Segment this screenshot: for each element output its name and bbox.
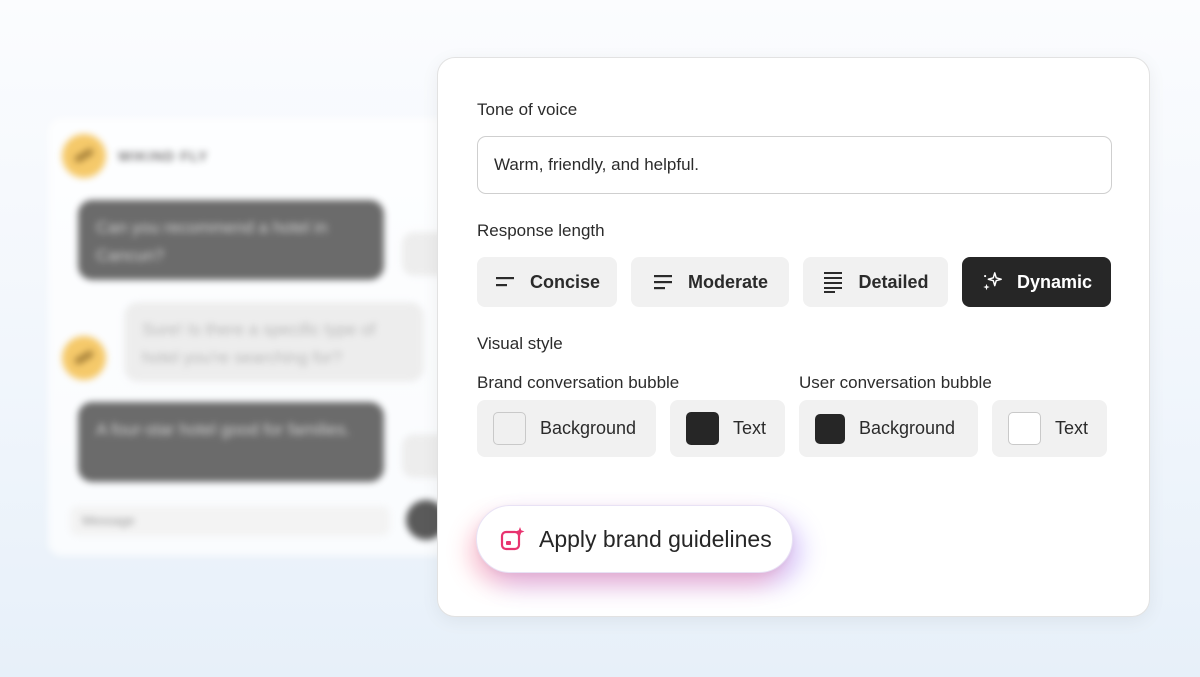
sparkle-icon (981, 271, 1003, 293)
response-length-label: Response length (477, 221, 605, 240)
chat-preview: WIKIND FLY Can you recommend a hotel in … (48, 118, 468, 556)
response-length-moderate-button[interactable]: Moderate (631, 257, 789, 307)
brand-avatar (62, 134, 106, 178)
chat-message-brand: Sure! Is there a specific type of hotel … (124, 302, 424, 382)
brand-bubble-text-swatch (686, 412, 719, 445)
apply-brand-guidelines-label: Apply brand guidelines (539, 525, 772, 552)
chat-message-user: Can you recommend a hotel in Cancun? (78, 200, 384, 280)
response-length-detailed-button[interactable]: Detailed (803, 257, 948, 307)
brand-bubble-background-label: Background (540, 418, 637, 438)
user-bubble-text-label: Text (1055, 418, 1089, 438)
response-length-concise-label: Concise (529, 271, 601, 292)
response-length-concise-button[interactable]: Concise (477, 257, 617, 307)
brand-settings-panel: Tone of voice Response length Concise Mo… (437, 57, 1150, 617)
response-length-detailed-label: Detailed (858, 271, 929, 292)
magic-image-icon (499, 525, 527, 553)
align-long-icon (822, 271, 844, 293)
brand-bubble-background-swatch (493, 412, 526, 445)
brand-avatar (62, 336, 106, 380)
user-bubble-text-button[interactable]: Text (992, 400, 1107, 457)
response-length-moderate-label: Moderate (687, 271, 768, 292)
user-bubble-background-label: Background (859, 418, 956, 438)
user-bubble-label: User conversation bubble (799, 373, 992, 392)
response-length-dynamic-label: Dynamic (1016, 271, 1093, 292)
tone-of-voice-input[interactable] (477, 136, 1112, 194)
align-short-icon (494, 271, 516, 293)
brand-bubble-text-button[interactable]: Text (670, 400, 785, 457)
visual-style-label: Visual style (477, 334, 563, 353)
chat-message-input: Message (70, 506, 390, 536)
brand-bubble-text-label: Text (733, 418, 767, 438)
brand-bubble-label: Brand conversation bubble (477, 373, 680, 392)
user-bubble-background-swatch (815, 413, 845, 444)
chat-message-user: A four-star hotel good for families. (78, 402, 384, 482)
align-medium-icon (652, 271, 674, 293)
response-length-dynamic-button[interactable]: Dynamic (962, 257, 1111, 307)
user-bubble-text-swatch (1008, 412, 1041, 445)
apply-brand-guidelines-button[interactable]: Apply brand guidelines (476, 505, 793, 573)
tone-of-voice-label: Tone of voice (477, 100, 578, 119)
user-bubble-background-button[interactable]: Background (799, 400, 978, 457)
brand-bubble-background-button[interactable]: Background (477, 400, 656, 457)
chat-brand-name: WIKIND FLY (118, 148, 209, 164)
